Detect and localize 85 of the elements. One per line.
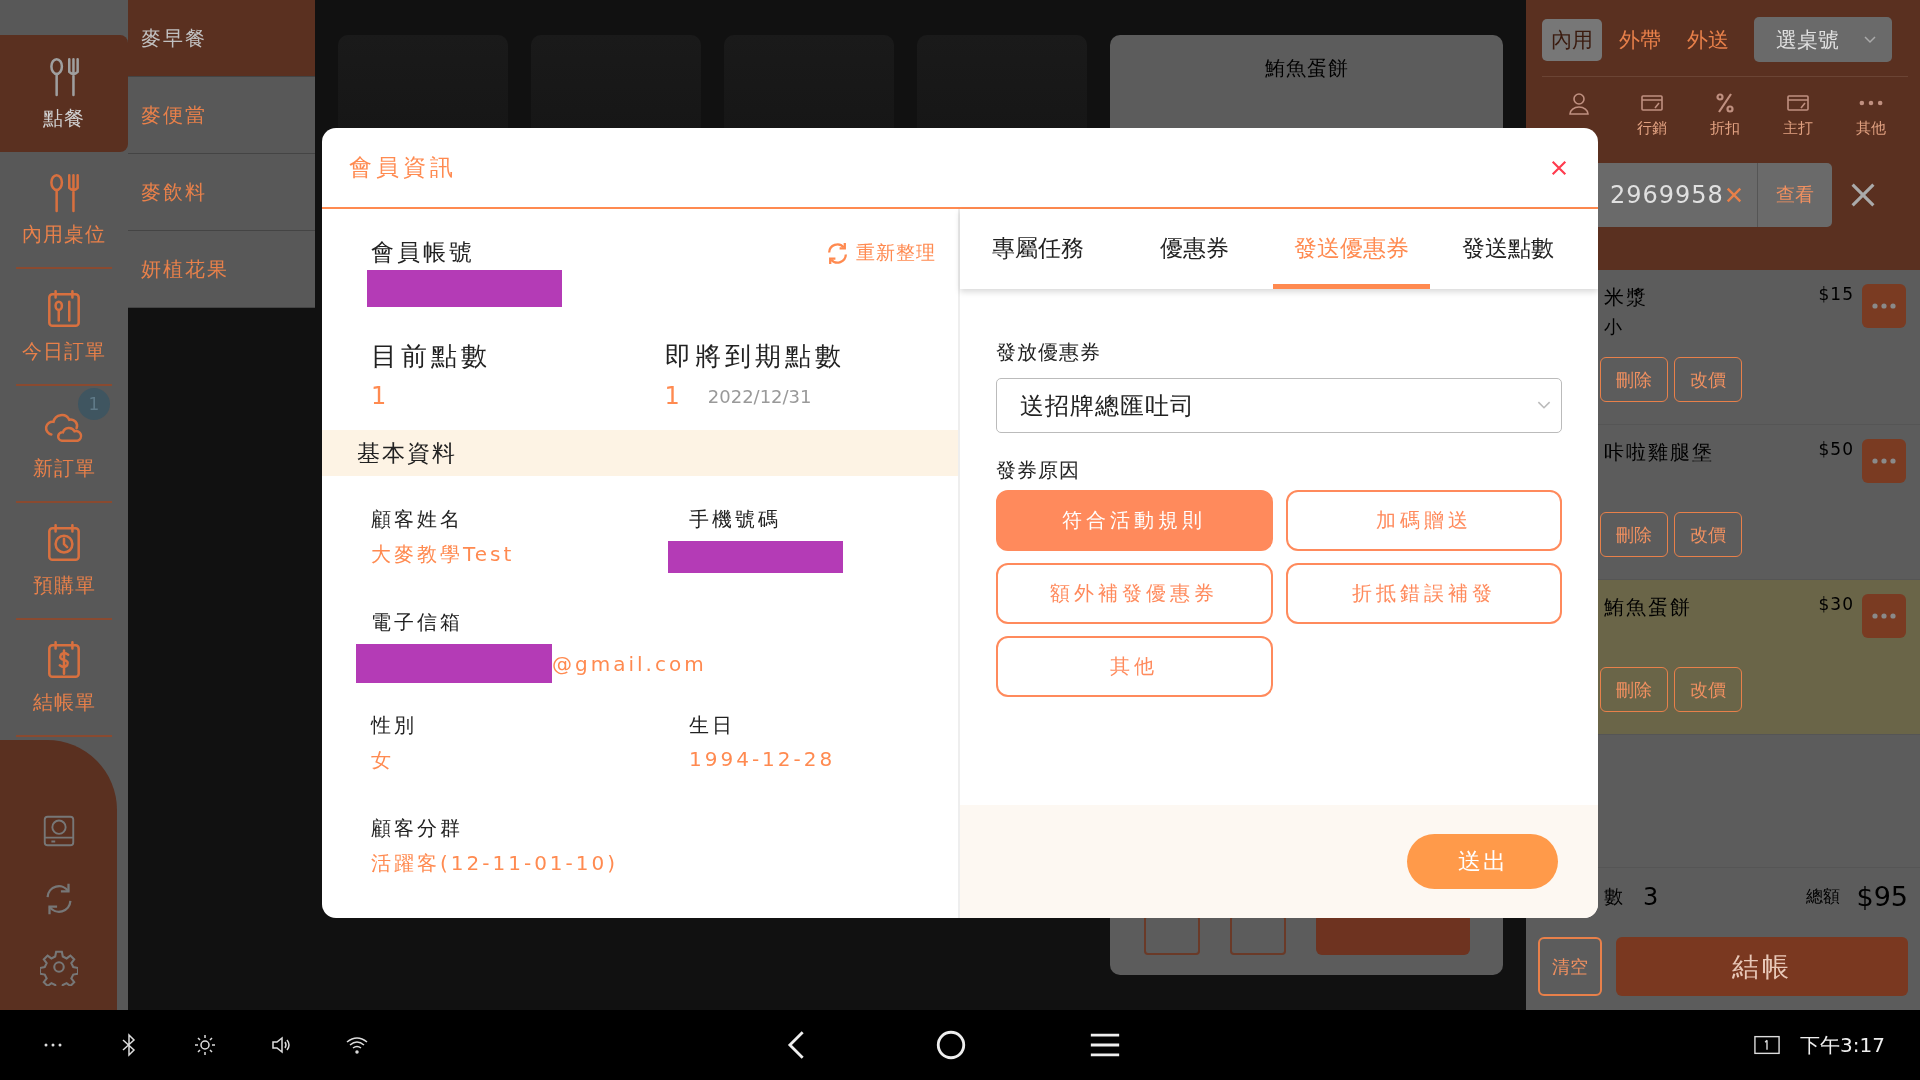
item-option: 小 [1604, 315, 1811, 339]
toolbar-button[interactable]: 主打 [1768, 91, 1829, 149]
refresh-icon [825, 240, 850, 266]
field-value: 女 [370, 747, 395, 774]
field-label: 會員帳號 [370, 238, 476, 267]
category-item[interactable]: 麥便當 [128, 77, 315, 154]
chevron-down-icon [1864, 35, 1876, 44]
nav-item[interactable]: 今日訂單 [16, 269, 112, 386]
item-action-button[interactable]: 刪除 [1600, 667, 1668, 712]
clock: 下午3:17 [1800, 1031, 1885, 1059]
screen-icon[interactable] [1754, 1033, 1781, 1057]
field-value: 1994-12-28 [688, 747, 837, 771]
item-name: 咔啦雞腿堡 [1604, 439, 1715, 466]
more-button-icon[interactable] [1862, 594, 1906, 638]
field-label: 發券原因 [996, 457, 1081, 484]
nav-item[interactable]: 內用桌位 [16, 152, 112, 269]
field-value: 活躍客(12-11-01-10) [370, 850, 620, 877]
points-value: 1 [664, 382, 680, 410]
reason-option[interactable]: 符合活動規則 [996, 490, 1273, 551]
tab[interactable]: 發送優惠券 [1273, 209, 1430, 289]
home-icon[interactable] [934, 1028, 968, 1062]
total-label: 總額 [1806, 885, 1841, 908]
submit-button[interactable]: 送出 [1407, 834, 1558, 889]
refresh-button[interactable]: 重新整理 [825, 237, 936, 269]
item-action-button[interactable]: 改價 [1674, 512, 1742, 557]
field-label: 性別 [369, 712, 418, 739]
item-action-button[interactable]: 改價 [1674, 667, 1742, 712]
item-name: 米漿 [1604, 284, 1649, 311]
reason-option[interactable]: 其他 [996, 636, 1273, 697]
more-button-icon[interactable] [1862, 284, 1906, 328]
field-value: @gmail.com [552, 651, 707, 676]
chevron-down-icon [1537, 401, 1551, 410]
table-select[interactable]: 選桌號 [1754, 17, 1892, 62]
order-type-tab[interactable]: 外送 [1678, 18, 1738, 61]
toolbar-button[interactable]: 行銷 [1621, 91, 1682, 149]
field-label: 顧客分群 [370, 815, 464, 842]
clear-button[interactable]: 清空 [1538, 937, 1602, 996]
toolbar-button[interactable]: 折扣 [1694, 91, 1755, 149]
person-icon[interactable] [1566, 91, 1591, 115]
category-item[interactable]: 麥飲料 [128, 154, 315, 231]
total-amount: $95 [1856, 881, 1908, 912]
field-label: 目前點數 [371, 340, 492, 373]
close-icon[interactable] [1850, 182, 1876, 208]
product-title: 鮪魚蛋餅 [1264, 55, 1349, 82]
more-icon [1859, 100, 1884, 106]
item-action-button[interactable]: 刪除 [1600, 357, 1668, 402]
expiry-date: 2022/12/31 [707, 385, 812, 407]
item-action-button[interactable]: 改價 [1674, 357, 1742, 402]
item-price: $15 [1818, 284, 1854, 304]
order-type-tab[interactable]: 內用 [1542, 18, 1602, 61]
dialog-title: 會員資訊 [349, 153, 457, 182]
nav-item[interactable]: 點餐 [0, 35, 128, 152]
view-button[interactable]: 查看 [1757, 163, 1832, 227]
settings-icon[interactable] [39, 948, 78, 986]
points-value: 1 [371, 382, 388, 410]
field-label: 手機號碼 [688, 506, 782, 533]
close-icon[interactable] [1550, 158, 1568, 177]
section-title: 基本資料 [357, 438, 457, 468]
reason-option[interactable]: 額外補發優惠券 [996, 563, 1273, 624]
brightness-icon[interactable] [192, 1033, 218, 1057]
reason-option[interactable]: 折抵錯誤補發 [1285, 563, 1562, 624]
field-value: 大麥教學Test [370, 541, 516, 568]
item-price: $30 [1818, 594, 1854, 614]
category-item[interactable]: 麥早餐 [128, 0, 315, 77]
field-label: 電子信箱 [370, 609, 464, 636]
checkout-button[interactable]: 結帳 [1616, 937, 1908, 996]
field-label: 生日 [688, 712, 736, 739]
reason-option[interactable]: 加碼贈送 [1285, 490, 1562, 551]
coupon-select[interactable]: 送招牌總匯吐司 [996, 378, 1562, 433]
item-count: 3 [1643, 882, 1659, 911]
tab[interactable]: 專屬任務 [960, 209, 1117, 289]
item-action-button[interactable]: 刪除 [1600, 512, 1668, 557]
tab[interactable]: 優惠券 [1116, 209, 1273, 289]
order-type-tab[interactable]: 外帶 [1610, 18, 1670, 61]
nav-item[interactable]: 結帳單 [16, 620, 112, 737]
item-name: 鮪魚蛋餅 [1604, 594, 1693, 621]
field-label: 即將到期點數 [664, 340, 846, 373]
item-price: $50 [1818, 439, 1854, 459]
field-label: 發放優惠券 [996, 339, 1102, 366]
category-item[interactable]: 妍植花果 [128, 231, 315, 308]
count-label: 數 [1604, 883, 1623, 909]
more-button-icon[interactable] [1862, 439, 1906, 483]
field-label: 顧客姓名 [370, 506, 464, 533]
nav-item[interactable]: 預購單 [16, 503, 112, 620]
toolbar-button[interactable]: 其他 [1841, 91, 1902, 149]
